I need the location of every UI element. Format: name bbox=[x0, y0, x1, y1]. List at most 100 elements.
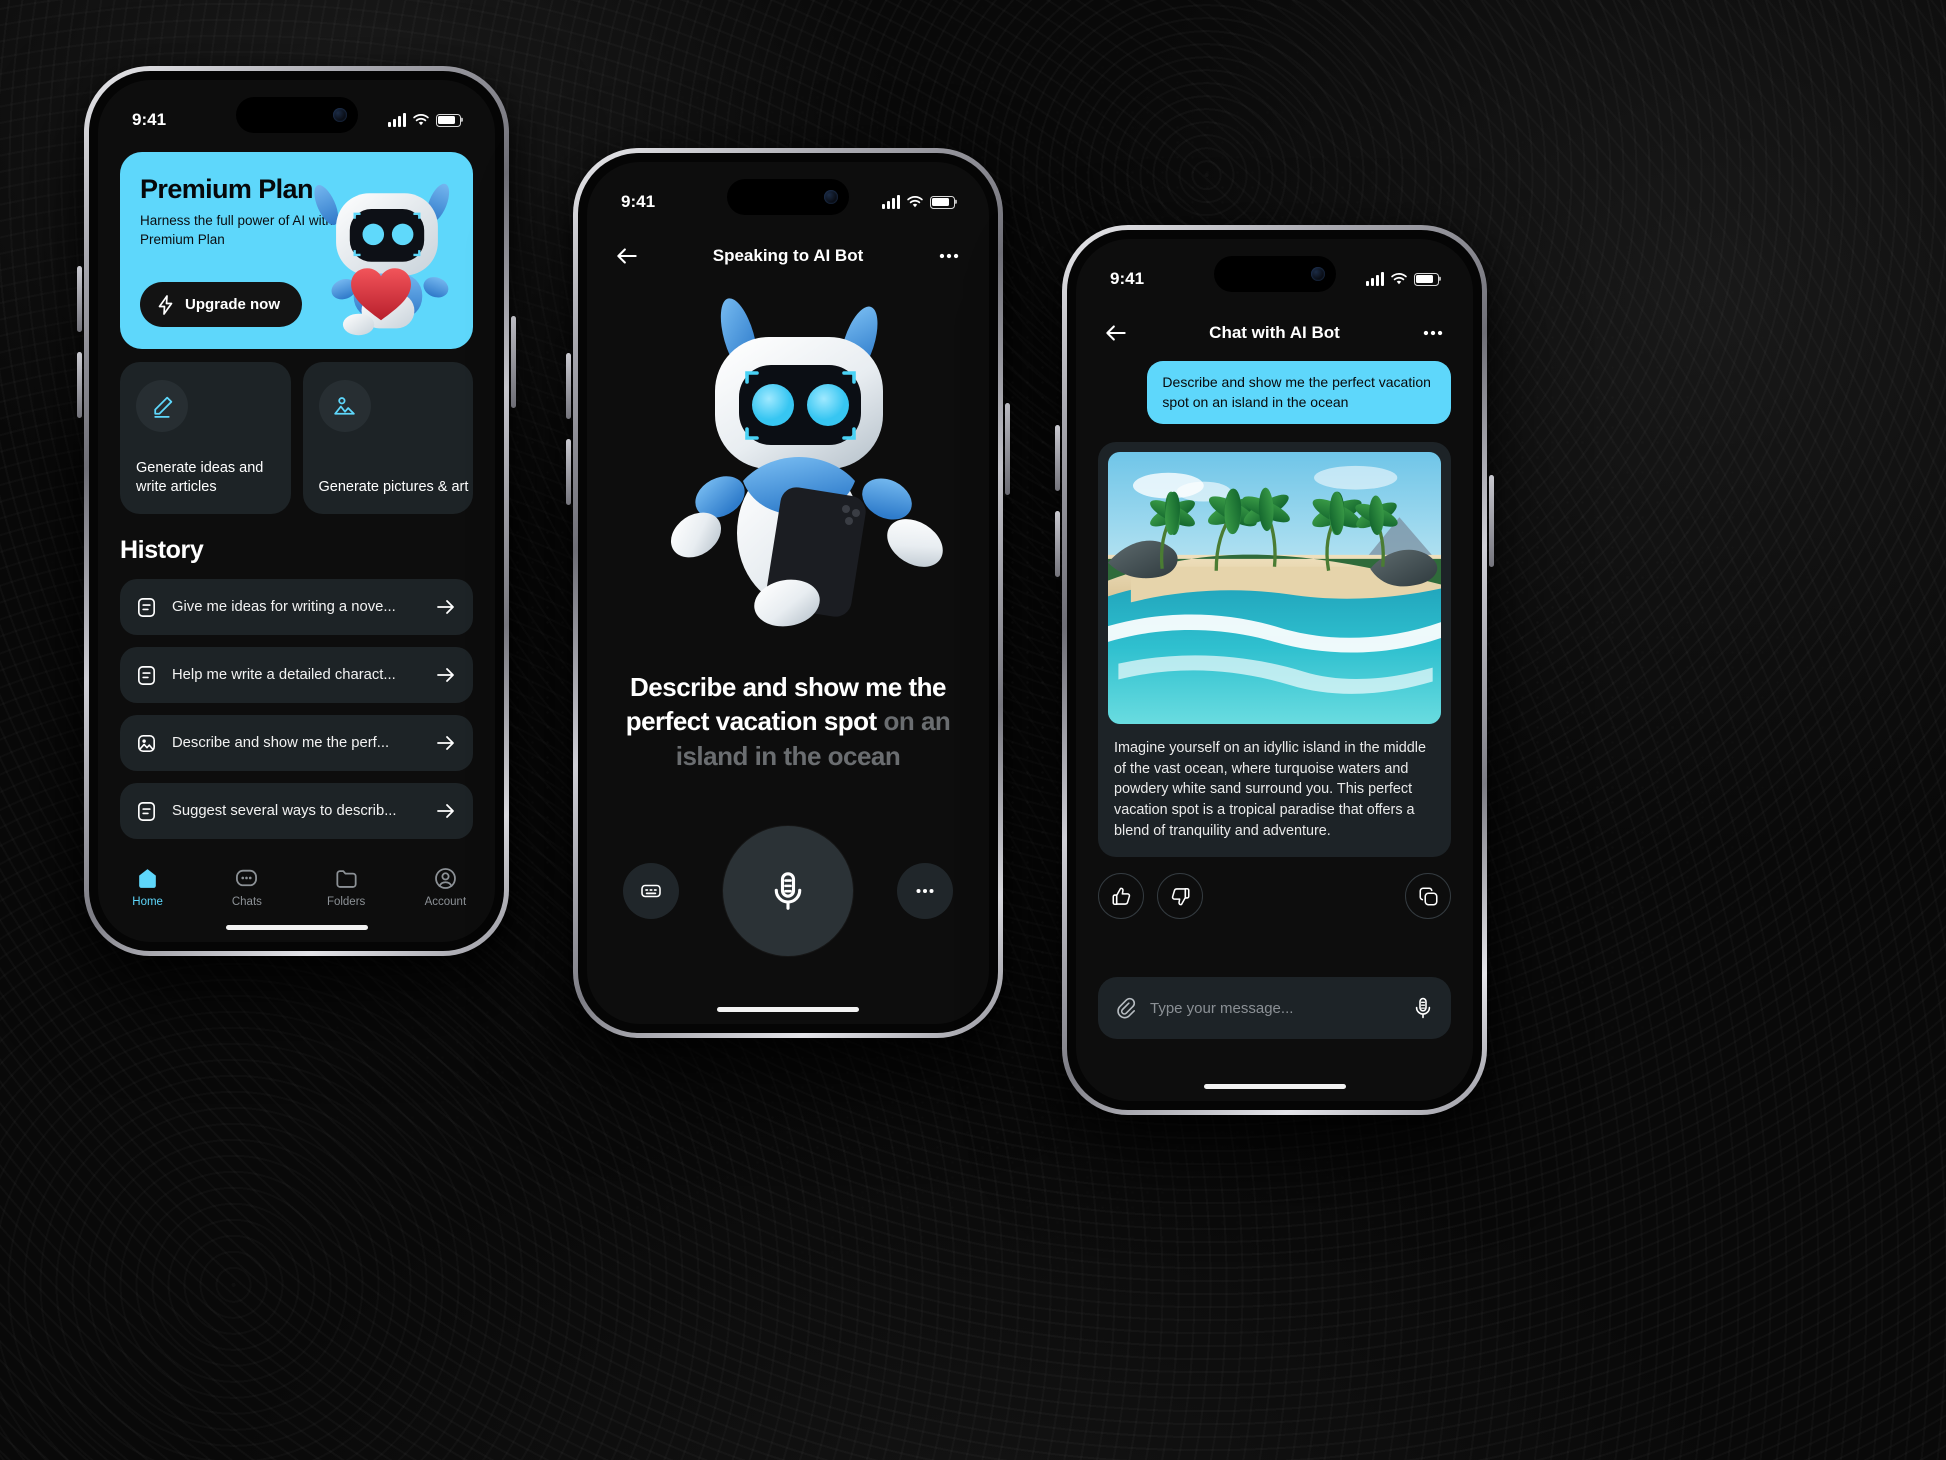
ai-message-text: Imagine yourself on an idyllic island in… bbox=[1114, 740, 1426, 839]
tab-label: Home bbox=[132, 896, 163, 908]
microphone-icon bbox=[774, 872, 802, 910]
tab-label: Chats bbox=[231, 896, 262, 908]
feature-card-label: Generate pictures & art bbox=[318, 478, 469, 495]
history-list-item[interactable]: Suggest several ways to describ... bbox=[120, 783, 473, 839]
status-time: 9:41 bbox=[1110, 269, 1145, 288]
home-indicator bbox=[225, 925, 368, 930]
robot-holding-phone-illustration bbox=[670, 298, 943, 627]
more-horizontal-icon[interactable] bbox=[936, 243, 962, 269]
voice-more-button[interactable] bbox=[897, 863, 953, 919]
chat-header-title: Chat with AI Bot bbox=[1209, 323, 1340, 342]
dislike-button[interactable] bbox=[1157, 873, 1203, 920]
history-list-item[interactable]: Help me write a detailed charact... bbox=[120, 647, 473, 703]
bottom-tab-bar: Home Chats Folders Account bbox=[98, 866, 495, 908]
home-icon bbox=[139, 869, 156, 888]
history-list-item[interactable]: Describe and show me the perf... bbox=[120, 715, 473, 771]
microphone-record-button[interactable] bbox=[723, 826, 853, 956]
user-message-bubble: Describe and show me the perfect vacatio… bbox=[1147, 361, 1451, 425]
feature-card-label: Generate ideas and write articles bbox=[136, 459, 264, 495]
keyboard-button[interactable] bbox=[623, 863, 679, 919]
lightning-bolt-icon bbox=[158, 294, 173, 315]
document-text-icon bbox=[138, 597, 155, 617]
arrow-right-icon[interactable] bbox=[434, 799, 458, 823]
ai-message-bubble: Imagine yourself on an idyllic island in… bbox=[1098, 442, 1451, 858]
keyboard-icon bbox=[641, 884, 661, 898]
feature-card-generate-ideas[interactable]: Generate ideas and write articles bbox=[120, 362, 291, 514]
battery-icon bbox=[1414, 272, 1439, 286]
phone-volume-buttons bbox=[566, 353, 571, 419]
voice-chat-screen: 9:41 Speaking to AI Bot Describe and sho… bbox=[587, 162, 989, 1024]
more-horizontal-icon[interactable] bbox=[1420, 320, 1446, 346]
cellular-signal-icon bbox=[1366, 272, 1384, 286]
arrow-right-icon[interactable] bbox=[434, 595, 458, 619]
battery-icon bbox=[930, 195, 955, 209]
wifi-icon bbox=[1391, 273, 1407, 285]
home-screen: 9:41 Premium Plan Harness the full power… bbox=[98, 80, 495, 942]
cellular-signal-icon bbox=[388, 113, 406, 127]
account-user-icon bbox=[435, 868, 456, 889]
paperclip-icon[interactable] bbox=[1114, 996, 1138, 1020]
chat-bubble-icon bbox=[236, 869, 258, 887]
pencil-edit-icon bbox=[153, 396, 172, 418]
battery-icon bbox=[436, 113, 461, 127]
robot-holding-heart-illustration bbox=[314, 183, 450, 336]
tropical-island-illustration bbox=[1108, 452, 1441, 725]
status-bar-home: 9:41 bbox=[98, 110, 495, 130]
phone-volume-buttons bbox=[1055, 425, 1060, 491]
premium-plan-banner[interactable]: Premium Plan Harness the full power of A… bbox=[120, 152, 473, 349]
arrow-left-icon[interactable] bbox=[1103, 320, 1129, 346]
phone-volume-buttons bbox=[77, 266, 82, 332]
history-item-text: Give me ideas for writing a nove... bbox=[172, 599, 396, 615]
tropical-island-image bbox=[1108, 452, 1441, 725]
voice-hero-art bbox=[587, 280, 989, 650]
tab-chats[interactable]: Chats bbox=[197, 866, 296, 908]
history-item-text: Suggest several ways to describ... bbox=[172, 803, 397, 819]
tab-folders[interactable]: Folders bbox=[297, 866, 396, 908]
phone-mockup-chat: 9:41 Chat with AI Bot Describe and show … bbox=[1055, 225, 1494, 1115]
cellular-signal-icon bbox=[882, 195, 900, 209]
tab-home[interactable]: Home bbox=[98, 866, 197, 908]
phone-mockup-voice: 9:41 Speaking to AI Bot Describe and sho… bbox=[566, 148, 1010, 1038]
copy-icon bbox=[1418, 887, 1438, 906]
image-picture-icon bbox=[138, 734, 155, 752]
arrow-left-icon[interactable] bbox=[614, 243, 640, 269]
thumbs-up-icon bbox=[1111, 887, 1130, 905]
wifi-icon bbox=[413, 114, 429, 126]
message-composer[interactable]: Type your message... bbox=[1098, 977, 1451, 1039]
message-input-placeholder[interactable]: Type your message... bbox=[1150, 1000, 1399, 1017]
image-picture-icon-wrap bbox=[318, 380, 371, 432]
thumbs-down-icon bbox=[1171, 887, 1190, 906]
status-time: 9:41 bbox=[621, 192, 656, 211]
home-indicator bbox=[1203, 1084, 1346, 1089]
upgrade-now-label: Upgrade now bbox=[185, 296, 281, 313]
microphone-icon[interactable] bbox=[1411, 996, 1435, 1020]
history-item-text: Help me write a detailed charact... bbox=[172, 667, 396, 683]
like-button[interactable] bbox=[1098, 873, 1144, 920]
pencil-edit-icon-wrap bbox=[136, 380, 188, 432]
status-bar-voice: 9:41 bbox=[587, 192, 989, 212]
voice-header: Speaking to AI Bot bbox=[587, 236, 989, 276]
phone-power-button bbox=[511, 316, 516, 408]
status-bar-chat: 9:41 bbox=[1076, 269, 1473, 289]
document-text-icon bbox=[138, 801, 155, 821]
wifi-icon bbox=[907, 196, 923, 208]
arrow-right-icon[interactable] bbox=[434, 663, 458, 687]
image-picture-icon bbox=[334, 396, 355, 415]
phone-volume-down-button bbox=[1055, 511, 1060, 577]
history-item-text: Describe and show me the perf... bbox=[172, 735, 390, 751]
feature-card-generate-pictures[interactable]: Generate pictures & art bbox=[302, 362, 473, 514]
voice-caption: Describe and show me the perfect vacatio… bbox=[619, 670, 957, 773]
copy-button[interactable] bbox=[1405, 873, 1451, 920]
phone-volume-down-button bbox=[566, 439, 571, 505]
phone-power-button bbox=[1005, 403, 1010, 495]
arrow-right-icon[interactable] bbox=[434, 731, 458, 755]
home-indicator bbox=[717, 1007, 859, 1012]
document-text-icon bbox=[138, 665, 155, 685]
phone-volume-down-button bbox=[77, 352, 82, 418]
history-list-item[interactable]: Give me ideas for writing a nove... bbox=[120, 579, 473, 635]
tab-account[interactable]: Account bbox=[396, 866, 495, 908]
upgrade-now-button[interactable]: Upgrade now bbox=[140, 282, 303, 327]
history-list: Give me ideas for writing a nove... Help… bbox=[120, 579, 473, 839]
phone-power-button bbox=[1489, 475, 1494, 567]
tab-label: Account bbox=[424, 896, 467, 908]
